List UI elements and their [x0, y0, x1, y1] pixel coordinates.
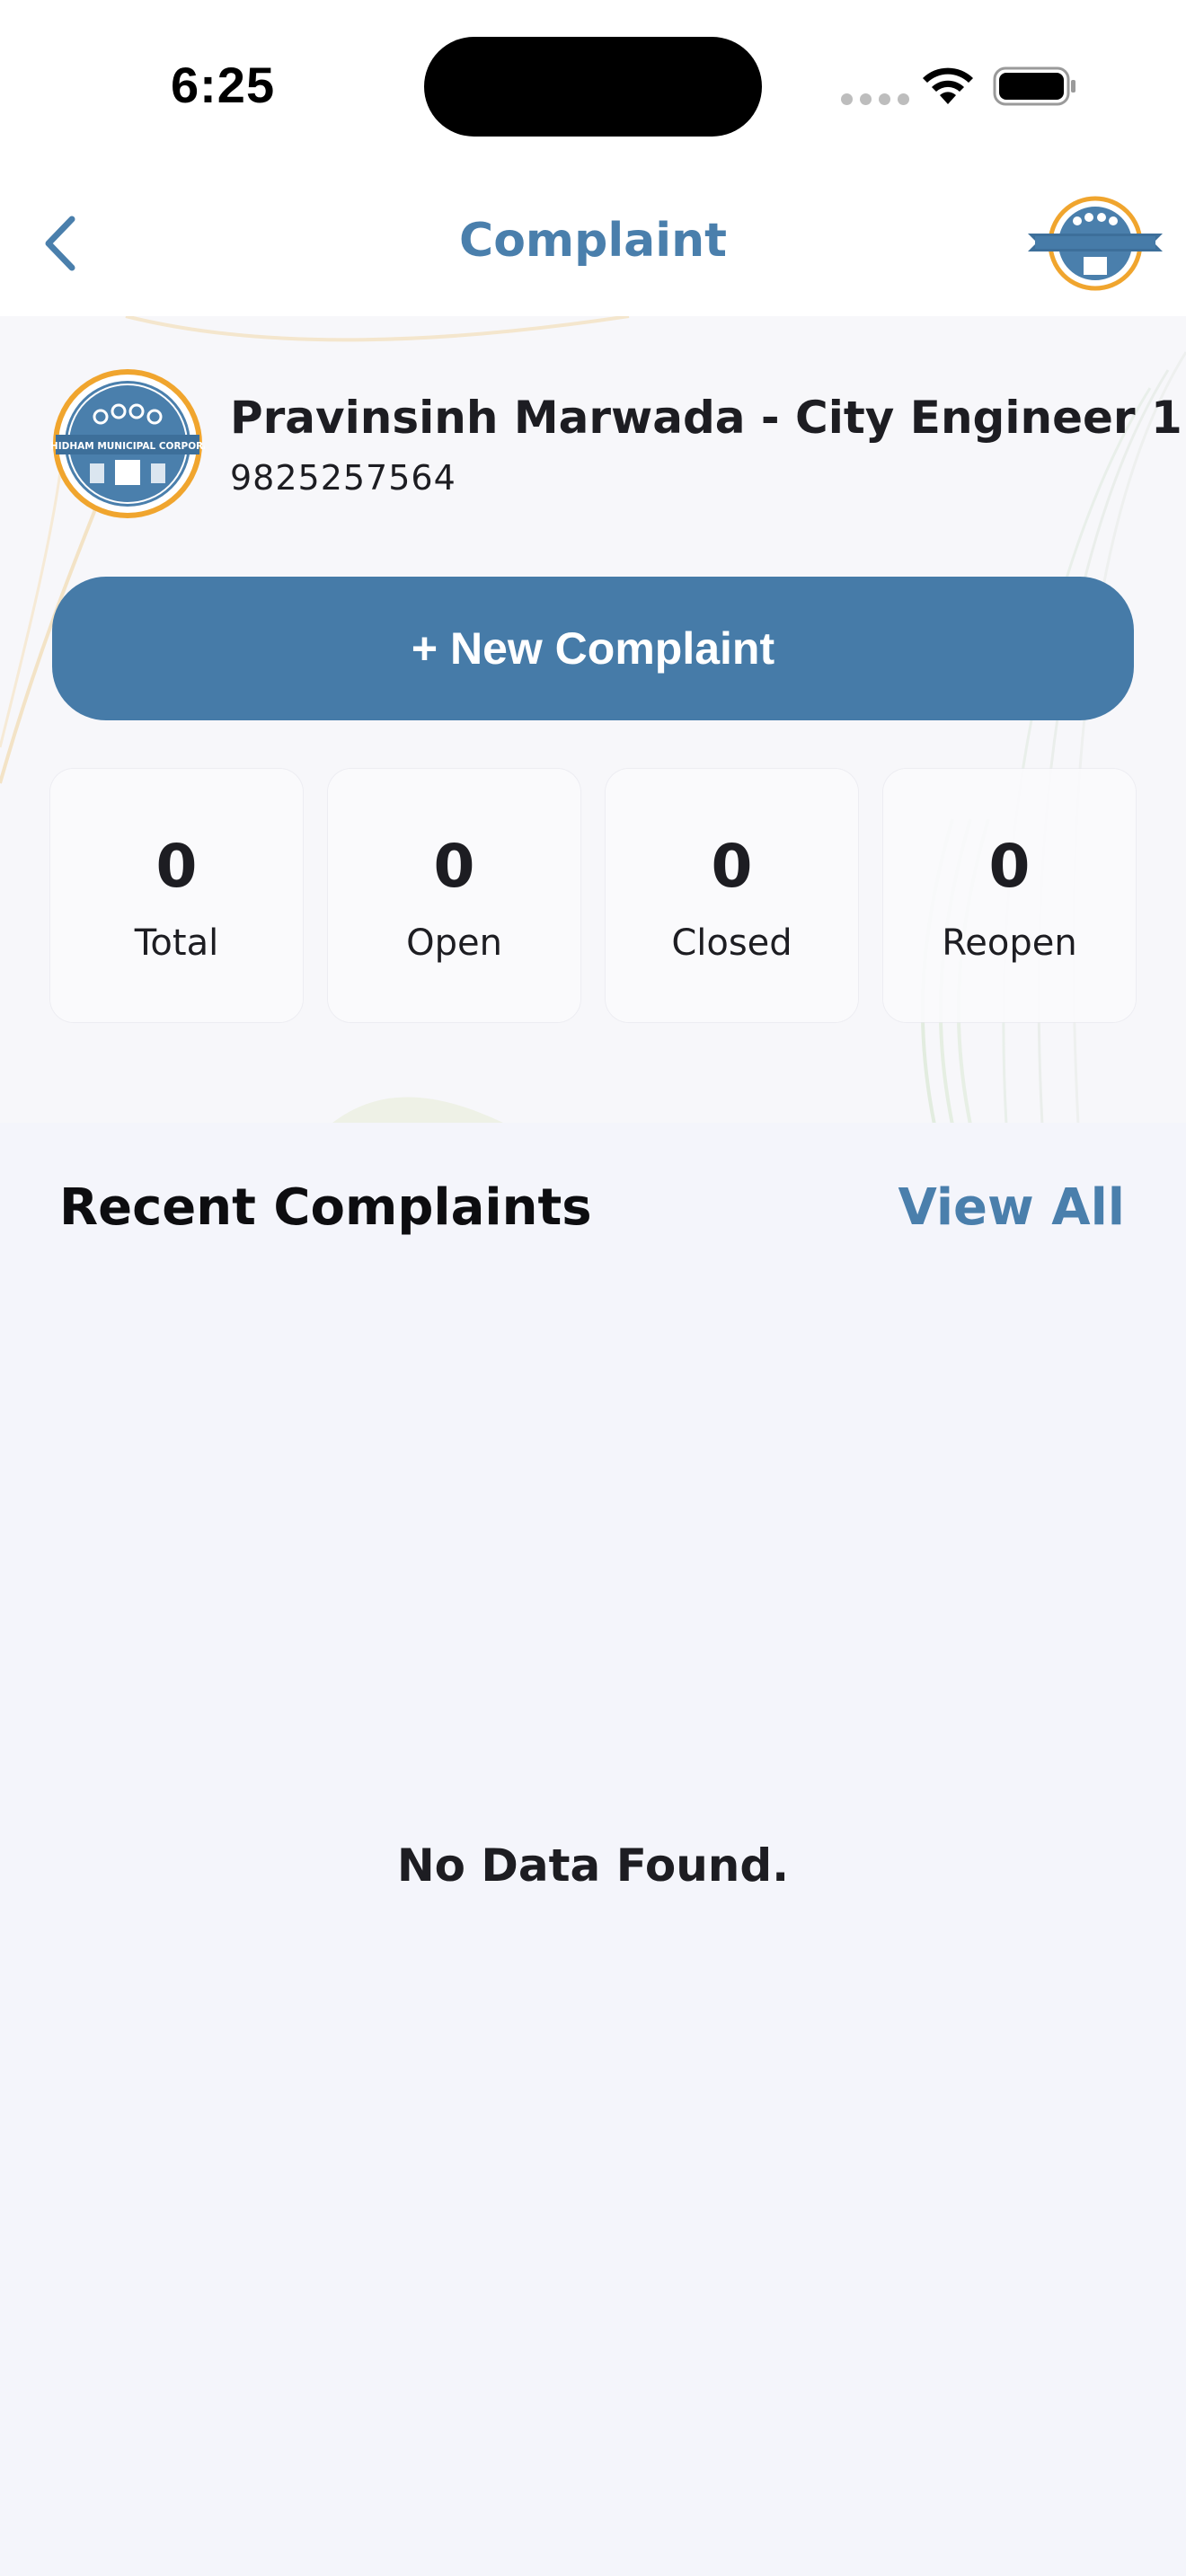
corporation-logo: [1028, 196, 1163, 291]
empty-state-message: No Data Found.: [396, 1839, 790, 1892]
status-time: 6:25: [171, 57, 276, 113]
stat-label: Total: [134, 922, 219, 964]
complaint-stats: 0 Total 0 Open 0 Closed 0 Reopen: [50, 769, 1136, 1022]
section-title: Recent Complaints: [59, 1178, 592, 1237]
wifi-icon: [923, 67, 973, 104]
page-title: Complaint: [459, 214, 727, 268]
nav-bar: Complaint: [0, 171, 1186, 316]
stat-value: 0: [433, 832, 475, 901]
stat-label: Reopen: [942, 922, 1077, 964]
cellular-signal-icon: [841, 93, 909, 105]
profile-name: Pravinsinh Marwada - City Engineer 1: [230, 392, 1182, 444]
stat-value: 0: [711, 832, 753, 901]
stat-card-closed[interactable]: 0 Closed: [606, 769, 858, 1022]
stat-card-reopen[interactable]: 0 Reopen: [883, 769, 1136, 1022]
view-all-link[interactable]: View All: [898, 1178, 1126, 1237]
stat-value: 0: [988, 832, 1031, 901]
profile-phone: 9825257564: [230, 458, 456, 498]
stat-card-total[interactable]: 0 Total: [50, 769, 303, 1022]
stat-label: Open: [406, 922, 502, 964]
new-complaint-button[interactable]: + New Complaint: [52, 577, 1134, 720]
battery-icon: [993, 66, 1075, 106]
stat-value: 0: [155, 832, 198, 901]
avatar: GANDHIDHAM MUNICIPAL CORPORATION: [50, 369, 205, 518]
profile-summary-panel: GANDHIDHAM MUNICIPAL CORPORATION Pravins…: [0, 316, 1186, 1123]
dynamic-island: [424, 37, 762, 137]
status-bar: 6:25: [0, 0, 1186, 171]
stat-label: Closed: [671, 922, 792, 964]
logo-text: GANDHIDHAM MUNICIPAL CORPORATION: [50, 441, 205, 452]
stat-card-open[interactable]: 0 Open: [328, 769, 580, 1022]
